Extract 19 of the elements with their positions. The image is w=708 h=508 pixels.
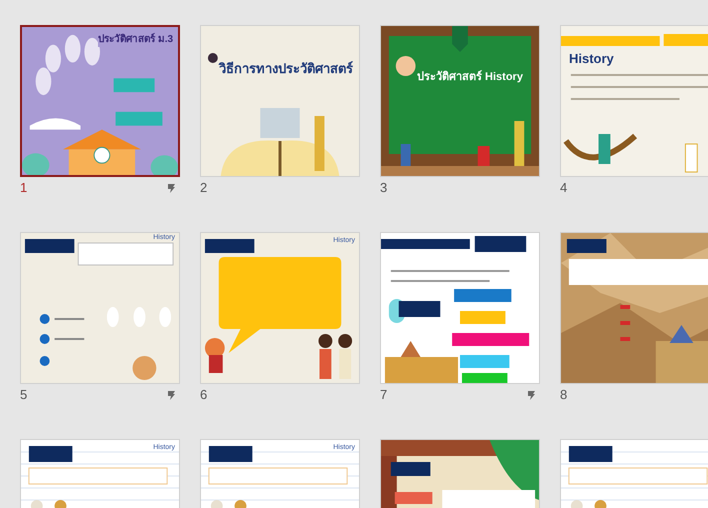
slide-title: วิธีการทางประวัติศาสตร์ xyxy=(219,62,353,75)
slide-thumbnail[interactable]: ประวัติศาสตร์ History xyxy=(380,25,540,177)
slide-number: 6 xyxy=(200,386,208,404)
slide-number: 5 xyxy=(20,386,28,404)
slide-number: 4 xyxy=(560,179,568,198)
slide-thumbnail[interactable]: History xyxy=(560,25,708,177)
slide-number: 2 xyxy=(200,179,208,198)
transition-icon xyxy=(167,390,176,400)
slide-number: 8 xyxy=(560,386,568,404)
transition-icon xyxy=(167,182,176,194)
transition-icon xyxy=(527,390,536,400)
slide-title: ประวัติศาสตร์ History xyxy=(417,72,523,83)
slide-title: ประวัติศาสตร์ ม.3 xyxy=(98,33,174,47)
slide-thumbnail[interactable]: ประวัติศาสตร์ ม.3 xyxy=(20,25,180,177)
slide-thumbnail[interactable]: วิธีการทางประวัติศาสตร์ xyxy=(200,25,360,177)
slide-number: 7 xyxy=(380,386,388,404)
slide-number: 3 xyxy=(380,179,388,198)
slide-number: 1 xyxy=(20,179,28,198)
slide-title: History xyxy=(569,52,614,65)
